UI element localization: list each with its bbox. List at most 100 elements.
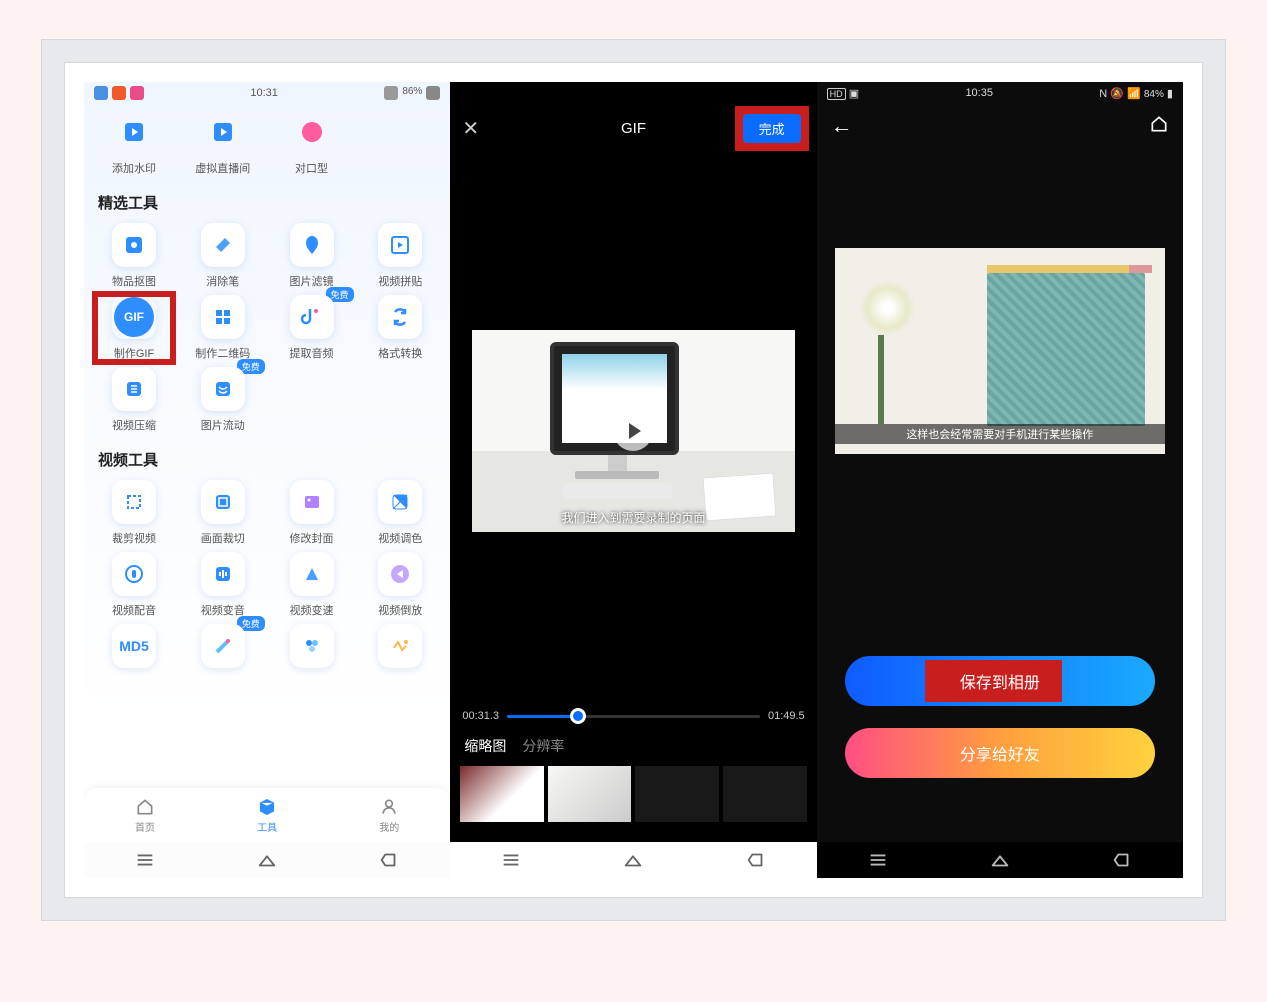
back-arrow-icon[interactable]: ← — [831, 113, 853, 139]
thumbnail[interactable] — [635, 766, 719, 822]
back-icon[interactable] — [1111, 849, 1133, 871]
tool-eraser[interactable]: 消除笔 — [185, 223, 261, 289]
tutorial-frame: 10:31 86% 添加水印 虚拟直播间 对口型 — [42, 40, 1225, 920]
back-icon[interactable] — [378, 849, 400, 871]
tool-unknown[interactable] — [362, 624, 438, 674]
bottom-nav: 首页 工具 我的 — [84, 788, 450, 842]
tool-image-filter[interactable]: 图片滤镜 — [274, 223, 350, 289]
nav-label: 我的 — [379, 819, 399, 834]
home-icon[interactable] — [256, 849, 278, 871]
tool-video-reverse[interactable]: 视频倒放 — [362, 552, 438, 618]
screen-3-export: HD ▣ 10:35 N 🔕 📶 84% ▮ ← 这样也会经常需要对手机进行某些… — [817, 82, 1183, 878]
tool-label: 视频变音 — [201, 602, 245, 618]
tool-label: 添加水印 — [112, 160, 156, 176]
tab-resolution[interactable]: 分辨率 — [522, 736, 564, 756]
tool-video-voice-change[interactable]: 视频变音 — [185, 552, 261, 618]
battery-icon: ▮ — [1167, 88, 1173, 100]
done-button[interactable]: 完成 — [743, 114, 801, 143]
cube-icon — [257, 797, 277, 817]
tool-label: 画面裁切 — [201, 530, 245, 546]
video-preview[interactable]: 我们进入到需要录制的页面 — [450, 152, 816, 710]
section-title-video: 视频工具 — [98, 449, 438, 470]
tool-video-compress[interactable]: 视频压缩 — [96, 367, 172, 433]
export-preview: 这样也会经常需要对手机进行某些操作 — [835, 248, 1165, 454]
tool-make-gif[interactable]: GIF 制作GIF — [96, 295, 172, 361]
scene-pencil — [987, 265, 1152, 273]
status-bar: HD ▣ 10:35 N 🔕 📶 84% ▮ — [817, 82, 1183, 104]
preview-caption: 我们进入到需要录制的页面 — [472, 509, 794, 526]
time-current: 00:31.3 — [462, 710, 499, 722]
home-icon — [1149, 114, 1169, 134]
time-total: 01:49.5 — [768, 710, 805, 722]
home-icon[interactable] — [989, 849, 1011, 871]
nav-home[interactable]: 首页 — [135, 797, 155, 834]
status-bar: 10:31 86% — [84, 82, 450, 104]
tool-lipsync[interactable]: 对口型 — [274, 110, 350, 176]
tool-change-cover[interactable]: 修改封面 — [274, 480, 350, 546]
tool-make-qrcode[interactable]: 制作二维码 — [185, 295, 261, 361]
thumbnail-strip[interactable] — [450, 762, 816, 832]
screenshot-icon: ▣ — [849, 88, 859, 100]
export-top-bar: ← — [817, 104, 1183, 148]
screen-1-content[interactable]: 添加水印 虚拟直播间 对口型 精选工具 物品抠图 — [84, 104, 450, 788]
status-right: N 🔕 📶 84% ▮ — [1099, 87, 1173, 100]
tool-row: 视频压缩 免费 图片流动 — [96, 367, 438, 433]
tool-video-speed[interactable]: 视频变速 — [274, 552, 350, 618]
recent-apps-icon[interactable] — [500, 849, 522, 871]
system-nav-bar — [817, 842, 1183, 878]
progress-bar[interactable] — [507, 715, 760, 718]
progress-fill — [507, 715, 578, 718]
tool-crop-video[interactable]: 裁剪视频 — [96, 480, 172, 546]
home-icon[interactable] — [622, 849, 644, 871]
scene-notebook — [987, 273, 1146, 426]
recent-apps-icon[interactable] — [867, 849, 889, 871]
tool-object-cutout[interactable]: 物品抠图 — [96, 223, 172, 289]
tool-unknown[interactable]: 免费 — [185, 624, 261, 674]
tool-row-0: 添加水印 虚拟直播间 对口型 — [96, 110, 438, 176]
tool-label: 制作GIF — [114, 345, 154, 361]
recent-apps-icon[interactable] — [134, 849, 156, 871]
progress-knob[interactable] — [573, 711, 583, 721]
tool-frame-crop[interactable]: 画面裁切 — [185, 480, 261, 546]
tool-format-convert[interactable]: 格式转换 — [362, 295, 438, 361]
nav-mine[interactable]: 我的 — [379, 797, 399, 834]
tool-extract-audio[interactable]: 免费 提取音频 — [274, 295, 350, 361]
preview-content: 我们进入到需要录制的页面 — [472, 330, 794, 531]
status-time: 10:35 — [965, 87, 993, 99]
tool-row: GIF 制作GIF 制作二维码 免费 提取音频 格式转换 — [96, 295, 438, 361]
nav-tools[interactable]: 工具 — [257, 797, 277, 834]
tool-video-dub[interactable]: 视频配音 — [96, 552, 172, 618]
section-title-featured: 精选工具 — [98, 192, 438, 213]
home-button[interactable] — [1149, 114, 1169, 139]
tool-video-collage[interactable]: 视频拼贴 — [362, 223, 438, 289]
close-icon[interactable]: ✕ — [462, 116, 479, 141]
tool-label: 格式转换 — [378, 345, 422, 361]
tool-image-flow[interactable]: 免费 图片流动 — [185, 367, 261, 433]
play-button[interactable] — [613, 411, 653, 451]
status-left-icons — [94, 86, 144, 100]
tool-label: 消除笔 — [206, 273, 239, 289]
tool-label: 视频压缩 — [112, 417, 156, 433]
tool-label: 视频变速 — [290, 602, 334, 618]
tool-unknown[interactable] — [274, 624, 350, 674]
nav-label: 首页 — [135, 819, 155, 834]
status-right-icons: 86% — [384, 86, 440, 100]
progress-bar-area: 00:31.3 01:49.5 — [450, 710, 816, 722]
thumbnail[interactable] — [460, 766, 544, 822]
tool-virtual-live[interactable]: 虚拟直播间 — [185, 110, 261, 176]
tab-thumbnails[interactable]: 缩略图 — [464, 736, 506, 756]
tool-md5[interactable]: MD5 — [96, 624, 172, 674]
tool-video-color[interactable]: 视频调色 — [362, 480, 438, 546]
tool-add-watermark[interactable]: 添加水印 — [96, 110, 172, 176]
tool-label: 修改封面 — [290, 530, 334, 546]
preview-caption: 这样也会经常需要对手机进行某些操作 — [835, 424, 1165, 444]
gif-icon: GIF — [114, 297, 154, 337]
save-label: 保存到相册 — [960, 669, 1040, 693]
tool-label: 视频配音 — [112, 602, 156, 618]
tool-row: 视频配音 视频变音 视频变速 视频倒放 — [96, 552, 438, 618]
back-icon[interactable] — [745, 849, 767, 871]
thumbnail[interactable] — [548, 766, 632, 822]
save-to-album-button[interactable]: 保存到相册 — [845, 656, 1155, 706]
thumbnail[interactable] — [723, 766, 807, 822]
share-to-friends-button[interactable]: 分享给好友 — [845, 728, 1155, 778]
